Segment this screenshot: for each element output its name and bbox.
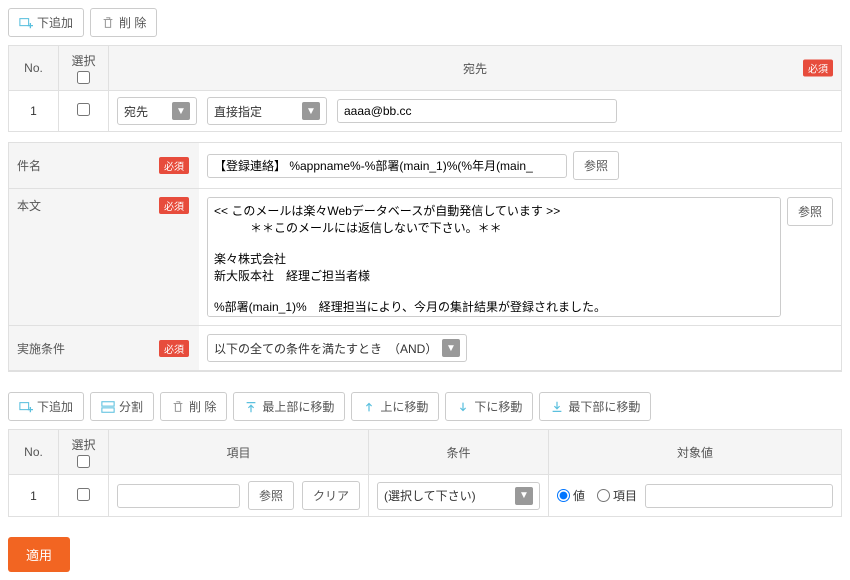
condition-toolbar: 下追加 分割 削 除 最上部に移動 上に移動 下に移動 最下部に移動 [8, 392, 842, 421]
to-type-select[interactable]: 宛先 ▼ [117, 97, 197, 125]
destination-table: No. 選択 宛先 必須 1 宛先 ▼ [8, 45, 842, 132]
move-up-button[interactable]: 上に移動 [351, 392, 439, 421]
select-all-checkbox[interactable] [77, 71, 90, 84]
split-button[interactable]: 分割 [90, 392, 154, 421]
col-cond-header: 条件 [369, 430, 549, 475]
spec-type-select[interactable]: 直接指定 ▼ [207, 97, 327, 125]
col-select-header: 選択 [59, 46, 109, 91]
col-dest-header: 宛先 必須 [109, 46, 842, 91]
body-textarea[interactable]: << このメールは楽々Webデータベースが自動発信しています >> ＊＊このメー… [207, 197, 781, 317]
target-radio-group: 値 項目 [557, 487, 637, 504]
move-bottom-icon [550, 400, 564, 414]
subject-label: 件名 [9, 143, 149, 189]
chevron-down-icon: ▼ [172, 102, 190, 120]
split-icon [101, 400, 115, 414]
add-below-label: 下追加 [37, 14, 73, 31]
add-row-icon [19, 400, 33, 414]
move-down-icon [456, 400, 470, 414]
subject-input[interactable] [207, 154, 567, 178]
add-row-icon [19, 16, 33, 30]
table-row: 1 宛先 ▼ 直接指定 ▼ [9, 91, 842, 132]
move-top-button[interactable]: 最上部に移動 [233, 392, 345, 421]
add-below-button[interactable]: 下追加 [8, 392, 84, 421]
radio-value[interactable]: 値 [557, 487, 585, 504]
col-select-header: 選択 [59, 430, 109, 475]
move-down-button[interactable]: 下に移動 [445, 392, 533, 421]
table-row: 1 参照 クリア (選択して下さい) ▼ 値 項目 [9, 475, 842, 517]
item-input[interactable] [117, 484, 240, 508]
condition-table: No. 選択 項目 条件 対象値 1 参照 クリア [8, 429, 842, 517]
chevron-down-icon: ▼ [515, 487, 533, 505]
delete-label: 削 除 [119, 14, 146, 31]
delete-button[interactable]: 削 除 [90, 8, 157, 37]
move-up-icon [362, 400, 376, 414]
chevron-down-icon: ▼ [442, 339, 460, 357]
row-no: 1 [9, 91, 59, 132]
move-top-icon [244, 400, 258, 414]
item-clear-button[interactable]: クリア [302, 481, 360, 510]
trash-icon [171, 400, 185, 414]
required-badge: 必須 [803, 60, 833, 77]
item-browse-button[interactable]: 参照 [248, 481, 294, 510]
move-bottom-button[interactable]: 最下部に移動 [539, 392, 651, 421]
select-all-checkbox[interactable] [77, 455, 90, 468]
target-value-input[interactable] [645, 484, 833, 508]
mail-form: 件名 必須 参照 本文 必須 << このメールは楽々Webデータベースが自動発信… [8, 142, 842, 372]
body-browse-button[interactable]: 参照 [787, 197, 833, 226]
apply-button[interactable]: 適用 [8, 537, 70, 572]
condition-label: 実施条件 [9, 326, 149, 371]
row-select-checkbox[interactable] [77, 488, 90, 501]
trash-icon [101, 16, 115, 30]
chevron-down-icon: ▼ [302, 102, 320, 120]
row-select-checkbox[interactable] [77, 103, 90, 116]
required-badge: 必須 [159, 157, 189, 174]
required-badge: 必須 [159, 197, 189, 214]
radio-item[interactable]: 項目 [597, 487, 637, 504]
col-item-header: 項目 [109, 430, 369, 475]
col-no-header: No. [9, 430, 59, 475]
condition-select[interactable]: (選択して下さい) ▼ [377, 482, 540, 510]
delete-button[interactable]: 削 除 [160, 392, 227, 421]
destination-toolbar: 下追加 削 除 [8, 8, 842, 37]
col-target-header: 対象値 [549, 430, 842, 475]
required-badge: 必須 [159, 340, 189, 357]
subject-browse-button[interactable]: 参照 [573, 151, 619, 180]
email-field[interactable] [337, 99, 617, 123]
condition-type-select[interactable]: 以下の全ての条件を満たすとき （AND） ▼ [207, 334, 467, 362]
col-no-header: No. [9, 46, 59, 91]
body-label: 本文 [9, 189, 149, 326]
row-no: 1 [9, 475, 59, 517]
add-below-button[interactable]: 下追加 [8, 8, 84, 37]
